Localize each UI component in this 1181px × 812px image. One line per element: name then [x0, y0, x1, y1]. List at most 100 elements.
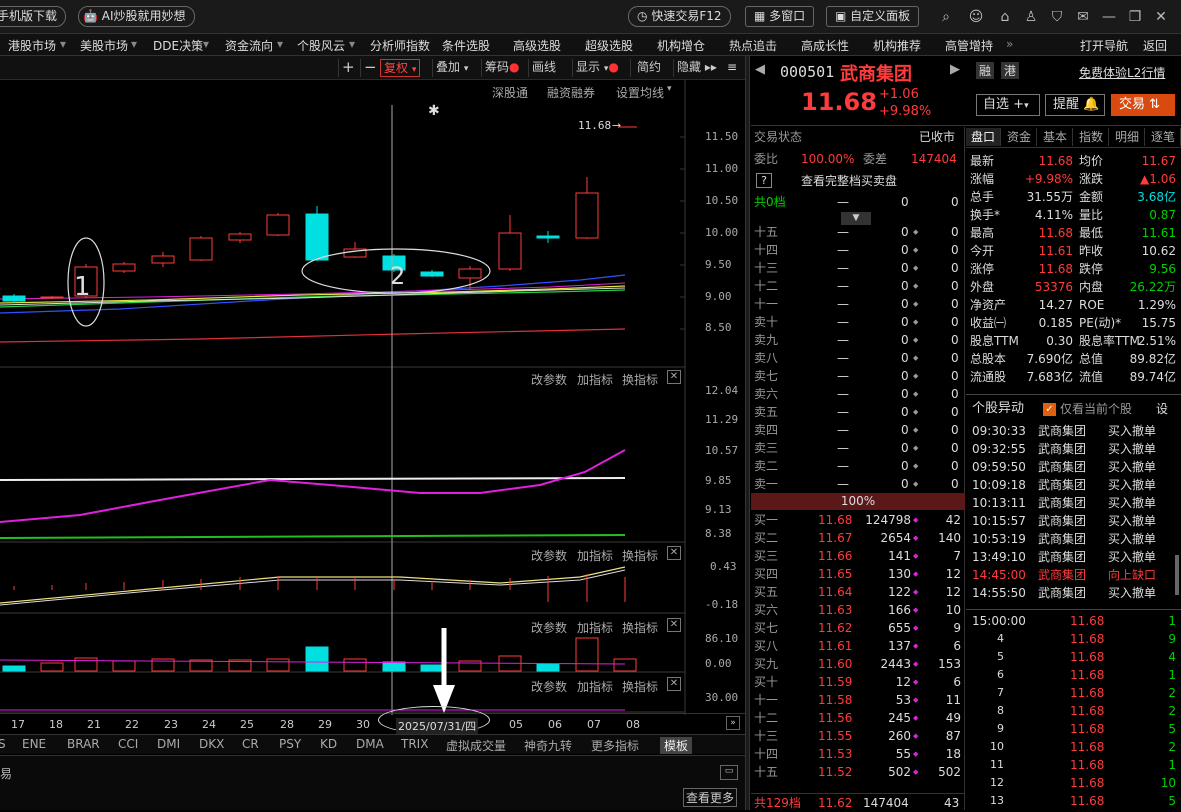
menu-item-growth[interactable]: 高成长性 [801, 37, 849, 54]
close-icon[interactable]: ✕ [1152, 8, 1170, 26]
menu-item-fund-flow[interactable]: 资金流向 [225, 37, 273, 54]
template-tab[interactable]: 模板 [660, 737, 693, 754]
pankou-tab[interactable]: 盘口 [966, 128, 1001, 146]
back-button[interactable]: 返回 [1143, 37, 1167, 54]
zoom-out-icon[interactable]: − [360, 59, 380, 77]
l2-trial-link[interactable]: 免费体验L2行情 [1079, 64, 1165, 81]
hide-button[interactable]: 隐藏 ▸▸ [673, 59, 720, 77]
home-icon[interactable]: ⌂ [996, 8, 1014, 26]
prev-stock-icon[interactable]: ◀ [755, 62, 765, 77]
change-params-link[interactable]: 改参数 [531, 371, 567, 388]
simple-button[interactable]: 简约 [630, 59, 664, 77]
fuquan-button[interactable]: 复权 ▾ [380, 59, 421, 77]
movement-settings[interactable]: 设 [1156, 400, 1168, 418]
indicator-tab[interactable]: CCI [118, 737, 138, 751]
more-chevron-icon[interactable]: » [1006, 37, 1013, 51]
search-icon[interactable]: ⌕ [937, 8, 955, 26]
huaxian-button[interactable]: 画线 [528, 59, 559, 77]
pankou-tab[interactable]: 基本 [1038, 128, 1073, 146]
indicator-tab[interactable]: TRIX [401, 737, 428, 751]
display-button[interactable]: 显示 ▾● [572, 59, 622, 77]
panel-divider[interactable] [745, 56, 750, 810]
indicator-tab[interactable]: CR [242, 737, 259, 751]
indicator-tab[interactable]: 神奇九转 [524, 737, 572, 754]
mail-icon[interactable]: ✉ [1074, 8, 1092, 26]
menu-item-us[interactable]: 美股市场 [80, 37, 128, 54]
trade-button[interactable]: 交易 ⇅ [1111, 94, 1175, 116]
custom-panel-button[interactable]: ▣ 自定义面板 [826, 6, 920, 27]
indicator-tab[interactable]: PSY [279, 737, 301, 751]
scroll-right-icon[interactable]: » [726, 716, 740, 730]
pankou-tab[interactable]: 资金 [1002, 128, 1037, 146]
menu-item-advanced[interactable]: 高级选股 [513, 37, 561, 54]
menu-item-exec-increase[interactable]: 高管增持 [945, 37, 993, 54]
movement-type: 买入撤单 [1108, 532, 1157, 546]
menu-item-hotspot[interactable]: 热点追击 [729, 37, 777, 54]
pankou-tab[interactable]: 指数 [1074, 128, 1109, 146]
change-params-link[interactable]: 改参数 [531, 678, 567, 695]
close-icon[interactable]: ✕ [667, 546, 681, 560]
change-params-link[interactable]: 改参数 [531, 547, 567, 564]
full-book-link[interactable]: 查看完整档买卖盘 [801, 172, 897, 190]
indicator-tab[interactable]: KD [320, 737, 337, 751]
sell-level-label: 卖四 [754, 423, 779, 437]
switch-indicator-link[interactable]: 换指标 [622, 547, 658, 564]
kline-chart[interactable]: ✱ 11.68 → 1 2 [0, 80, 745, 735]
user-icon[interactable]: ☺ [967, 8, 985, 26]
stat-label: 最低 [1079, 226, 1104, 240]
zoom-in-icon[interactable]: + [338, 59, 358, 77]
menu-item-hk[interactable]: 港股市场 [8, 37, 56, 54]
indicator-tab[interactable]: S [0, 737, 6, 751]
skin-icon[interactable]: ♙ [1022, 8, 1040, 26]
quick-trade-button[interactable]: ◷ 快速交易F12 [628, 6, 731, 27]
indicator-tab[interactable]: DMI [157, 737, 180, 751]
close-icon[interactable]: ✕ [667, 370, 681, 384]
multi-window-label: 多窗口 [769, 9, 806, 23]
overlay-button[interactable]: 叠加 ▾ [432, 59, 471, 77]
add-indicator-link[interactable]: 加指标 [577, 371, 613, 388]
switch-indicator-link[interactable]: 换指标 [622, 619, 658, 636]
add-indicator-link[interactable]: 加指标 [577, 547, 613, 564]
sell-level-price: — [837, 279, 849, 293]
menu-item-inst-recommend[interactable]: 机构推荐 [873, 37, 921, 54]
indicator-tab[interactable]: 虚拟成交量 [446, 737, 506, 754]
menu-item-inst-increase[interactable]: 机构增仓 [657, 37, 705, 54]
add-watchlist-button[interactable]: 自选 +▾ [976, 94, 1040, 116]
ai-assistant-button[interactable]: 🤖 AI炒股就用妙想 [78, 6, 195, 27]
menu-item-dde[interactable]: DDE决策 [153, 37, 203, 54]
close-icon[interactable]: ✕ [667, 618, 681, 632]
indicator-tab[interactable]: BRAR [67, 737, 100, 751]
indicator-tab[interactable]: 更多指标 [591, 737, 639, 754]
chouma-button[interactable]: 筹码● [481, 59, 523, 77]
menu-item-analyst[interactable]: 分析师指数 [370, 37, 430, 54]
multi-window-button[interactable]: ▦ 多窗口 [745, 6, 815, 27]
menu-item-stock-news[interactable]: 个股风云 [297, 37, 345, 54]
next-stock-icon[interactable]: ▶ [950, 62, 960, 77]
switch-indicator-link[interactable]: 换指标 [622, 371, 658, 388]
add-indicator-link[interactable]: 加指标 [577, 678, 613, 695]
close-icon[interactable]: ✕ [667, 677, 681, 691]
indicator-tab[interactable]: DMA [356, 737, 384, 751]
add-indicator-link[interactable]: 加指标 [577, 619, 613, 636]
pankou-tab[interactable]: 逐笔 [1146, 128, 1181, 146]
alert-button[interactable]: 提醒 🔔 [1045, 94, 1105, 116]
question-icon[interactable]: ? [756, 173, 772, 188]
see-more-button[interactable]: 查看更多 [683, 788, 738, 807]
restore-icon[interactable]: ❐ [1126, 8, 1144, 26]
only-current-label[interactable]: 仅看当前个股 [1060, 400, 1132, 418]
indicator-tab[interactable]: DKX [199, 737, 224, 751]
window-icon[interactable]: ▭ [720, 765, 738, 780]
switch-indicator-link[interactable]: 换指标 [622, 678, 658, 695]
menu-item-condition[interactable]: 条件选股 [442, 37, 490, 54]
change-params-link[interactable]: 改参数 [531, 619, 567, 636]
open-navigation-button[interactable]: 打开导航 [1080, 37, 1128, 54]
shirt-icon[interactable]: ⛉ [1048, 8, 1066, 26]
checkbox-icon[interactable]: ✓ [1043, 403, 1056, 416]
minimize-icon[interactable]: — [1100, 8, 1118, 26]
scrollbar[interactable] [1175, 555, 1179, 595]
menu-lines-icon[interactable]: ≡ [724, 59, 740, 77]
pankou-tab[interactable]: 明细 [1110, 128, 1145, 146]
menu-item-super[interactable]: 超级选股 [585, 37, 633, 54]
indicator-tab[interactable]: ENE [22, 737, 46, 751]
mobile-download-button[interactable]: 手机版下载 [0, 6, 67, 27]
